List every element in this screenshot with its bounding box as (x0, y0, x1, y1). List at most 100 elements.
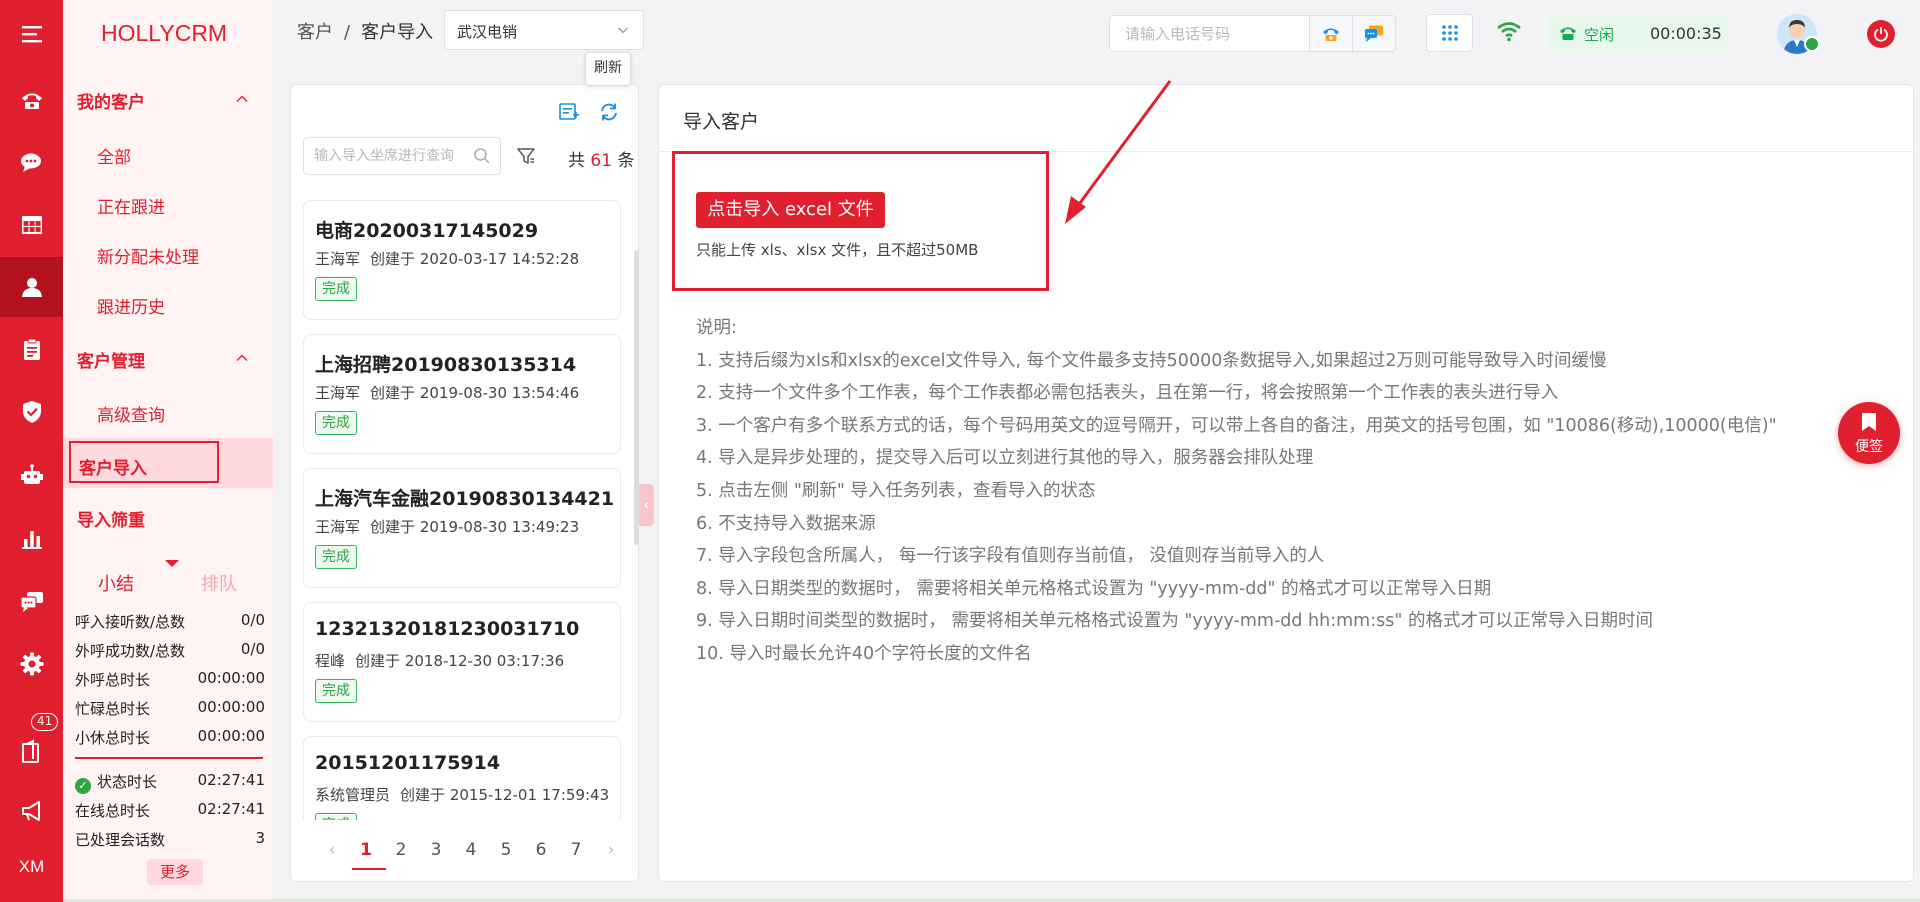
task-meta: 王海军 创建于 2019-08-30 13:54:46 (315, 384, 580, 402)
next-page-icon[interactable]: › (597, 840, 625, 860)
list-item[interactable]: 20151201175914 系统管理员 创建于 2015-12-01 17:59… (303, 736, 621, 820)
prev-page-icon[interactable]: ‹ (318, 840, 346, 860)
task-meta: 王海军 创建于 2019-08-30 13:49:23 (315, 518, 580, 536)
online-indicator (1804, 36, 1820, 52)
task-meta: 系统管理员 创建于 2015-12-01 17:59:43 (315, 786, 610, 804)
instruction-line: 1. 支持后缀为xls和xlsx的excel文件导入, 每个文件最多支持5000… (696, 350, 1607, 371)
status-badge: 完成 (315, 813, 357, 820)
list-item[interactable]: 12321320181230031710 程峰 创建于 2018-12-30 03… (303, 602, 621, 722)
power-button[interactable] (1867, 20, 1895, 48)
status-badge: 完成 (315, 277, 357, 301)
upload-tip: 只能上传 xls、xlsx 文件，且不超过50MB (696, 241, 979, 259)
nav-item-follow-history[interactable]: 跟进历史 (97, 293, 165, 318)
filter-icon[interactable] (516, 146, 536, 166)
table-icon[interactable] (0, 195, 63, 255)
breadcrumb: 客户 / 客户导入 (297, 22, 434, 43)
message-icon[interactable] (0, 572, 63, 632)
page-button[interactable]: 1 (352, 840, 380, 860)
agent-search-input[interactable] (303, 137, 501, 175)
nav-group-import-dedupe[interactable]: 导入筛重 (77, 506, 145, 531)
dial-button[interactable] (1309, 15, 1353, 52)
page-title: 导入客户 (683, 111, 760, 133)
phone-icon[interactable] (0, 70, 63, 130)
phone-status-icon (1560, 27, 1576, 40)
page-button[interactable]: 5 (492, 840, 520, 860)
tab-queue[interactable]: 排队 (201, 570, 237, 596)
sms-button[interactable] (1352, 15, 1396, 52)
stat-row: 忙碌总时长 00:00:00 (75, 698, 265, 718)
task-meta: 程峰 创建于 2018-12-30 03:17:36 (315, 652, 565, 670)
status-badge: 完成 (315, 545, 357, 569)
status-timer: 00:00:35 (1650, 24, 1722, 43)
shield-icon[interactable] (0, 382, 63, 442)
page-button[interactable]: 3 (422, 840, 450, 860)
task-title: 上海招聘20190830135314 (315, 354, 577, 376)
memo-label: 便签 (1855, 439, 1883, 455)
instruction-line: 5. 点击左侧 "刷新" 导入任务列表，查看导入的状态 (696, 480, 1096, 501)
power-icon (1874, 27, 1888, 42)
breadcrumb-current: 客户导入 (361, 22, 434, 43)
tab-summary[interactable]: 小结 (98, 570, 134, 596)
grid-icon (1441, 25, 1458, 41)
page-button[interactable]: 4 (457, 840, 485, 860)
chat-icon[interactable] (0, 132, 63, 192)
search-icon[interactable] (473, 147, 491, 165)
refresh-icon[interactable] (597, 100, 621, 124)
page-button[interactable]: 2 (387, 840, 415, 860)
page-button[interactable]: 7 (562, 840, 590, 860)
nav-item-customer-import[interactable]: 客户导入 (69, 441, 219, 483)
nav-item-new-unprocessed[interactable]: 新分配未处理 (97, 243, 199, 268)
list-item[interactable]: 上海招聘20190830135314 王海军 创建于 2019-08-30 13:… (303, 334, 621, 454)
clipboard-icon[interactable] (0, 320, 63, 380)
annotation-arrow-icon (1065, 80, 1172, 224)
agent-status[interactable]: 空闲 00:00:35 (1548, 14, 1728, 53)
wifi-icon (1497, 22, 1521, 42)
status-badge: 完成 (315, 679, 357, 703)
megaphone-icon[interactable] (0, 781, 63, 841)
nav-item-all[interactable]: 全部 (97, 143, 131, 168)
task-meta: 王海军 创建于 2020-03-17 14:52:28 (315, 250, 580, 268)
nav-group-my-customers[interactable]: 我的客户 (77, 88, 145, 113)
phone-number-input[interactable] (1109, 15, 1311, 52)
icon-rail: 41 XM (0, 0, 63, 902)
breadcrumb-item[interactable]: 客户 (297, 22, 333, 43)
check-circle-icon: ✓ (75, 778, 91, 794)
collapse-panel-button[interactable]: ‹ (639, 484, 654, 526)
apps-grid-button[interactable] (1426, 14, 1473, 52)
settings-icon[interactable] (0, 634, 63, 694)
sms-icon (1365, 25, 1383, 42)
chevron-up-icon[interactable] (235, 92, 249, 106)
book-icon[interactable]: 41 (0, 713, 63, 782)
page-button[interactable]: 6 (527, 840, 555, 860)
status-badge: 完成 (315, 411, 357, 435)
task-title: 12321320181230031710 (315, 618, 580, 640)
chevron-up-icon[interactable] (235, 351, 249, 365)
menu-icon[interactable] (0, 4, 63, 64)
memo-button[interactable]: 便签 (1838, 402, 1900, 464)
summary-tabs: 小结 排队 (63, 560, 273, 600)
upload-excel-button[interactable]: 点击导入 excel 文件 (696, 192, 885, 228)
instruction-line: 8. 导入日期类型的数据时， 需要将相关单元格格式设置为 "yyyy-mm-dd… (696, 578, 1492, 599)
bar-chart-icon[interactable] (0, 509, 63, 569)
task-title: 20151201175914 (315, 752, 501, 774)
instruction-line: 10. 导入时最长允许40个字符长度的文件名 (696, 643, 1032, 664)
nav-item-following[interactable]: 正在跟进 (97, 193, 165, 218)
list-item[interactable]: 电商20200317145029 王海军 创建于 2020-03-17 14:52… (303, 200, 621, 320)
list-item[interactable]: 上海汽车金融20190830134421 王海军 创建于 2019-08-30 1… (303, 468, 621, 588)
stat-row: 外呼总时长 00:00:00 (75, 669, 265, 689)
task-title: 上海汽车金融20190830134421 (315, 488, 615, 510)
stat-row: 呼入接听数/总数 0/0 (75, 611, 265, 631)
active-tab-indicator (165, 560, 179, 567)
add-task-icon[interactable] (557, 100, 581, 124)
notification-badge: 41 (31, 713, 59, 731)
more-button[interactable]: 更多 (147, 859, 203, 885)
side-nav: HOLLYCRM 我的客户 全部 正在跟进 新分配未处理 跟进历史 客户管理 高… (63, 0, 273, 902)
nav-item-advanced-query[interactable]: 高级查询 (97, 401, 165, 426)
team-select[interactable]: 武汉电销 (444, 10, 644, 50)
user-icon[interactable] (0, 257, 63, 317)
robot-icon[interactable] (0, 446, 63, 506)
chevron-down-icon (618, 27, 628, 34)
nav-group-customer-management[interactable]: 客户管理 (77, 347, 145, 372)
phone-dial-icon (1323, 28, 1339, 41)
divider (75, 757, 263, 759)
